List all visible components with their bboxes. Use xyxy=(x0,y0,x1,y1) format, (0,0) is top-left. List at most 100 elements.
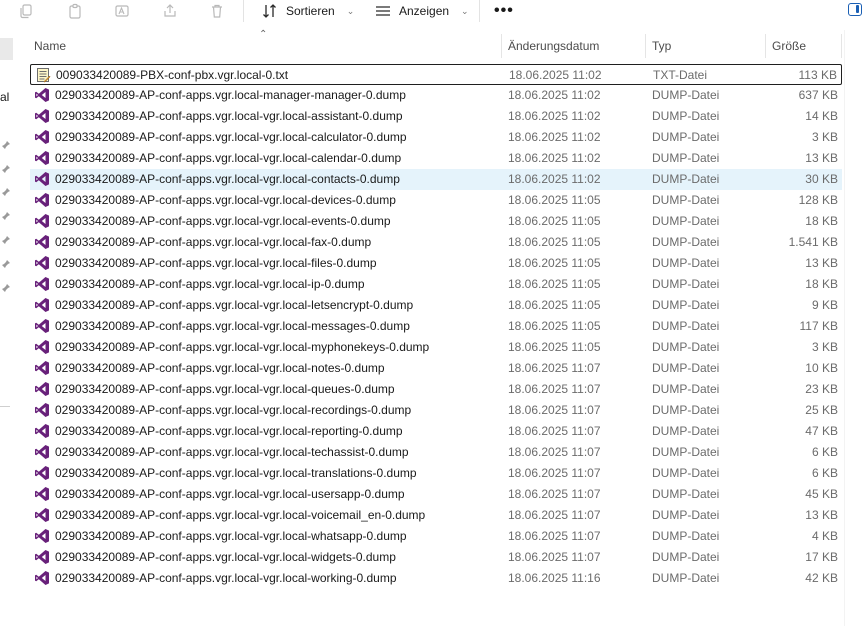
file-date: 18.06.2025 11:07 xyxy=(508,424,601,438)
file-row[interactable]: 029033420089-AP-conf-apps.vgr.local-vgr.… xyxy=(30,400,842,421)
visual-studio-icon xyxy=(34,213,50,229)
visual-studio-icon xyxy=(34,549,50,565)
visual-studio-icon xyxy=(34,423,50,439)
visual-studio-icon xyxy=(34,507,50,523)
file-row[interactable]: 029033420089-AP-conf-apps.vgr.local-vgr.… xyxy=(30,316,842,337)
file-type: TXT-Datei xyxy=(653,68,708,82)
visual-studio-icon xyxy=(34,171,50,187)
column-header-date[interactable]: Änderungsdatum xyxy=(501,34,645,58)
file-name: 029033420089-AP-conf-apps.vgr.local-vgr.… xyxy=(55,256,377,270)
file-name: 029033420089-AP-conf-apps.vgr.local-vgr.… xyxy=(55,130,407,144)
file-row[interactable]: 029033420089-AP-conf-apps.vgr.local-vgr.… xyxy=(30,190,842,211)
visual-studio-icon xyxy=(34,360,50,376)
file-row[interactable]: 029033420089-AP-conf-apps.vgr.local-vgr.… xyxy=(30,169,842,190)
file-row[interactable]: 029033420089-AP-conf-apps.vgr.local-vgr.… xyxy=(30,253,842,274)
file-row[interactable]: 009033420089-PBX-conf-pbx.vgr.local-0.tx… xyxy=(30,64,842,85)
file-row[interactable]: 029033420089-AP-conf-apps.vgr.local-vgr.… xyxy=(30,106,842,127)
file-size: 13 KB xyxy=(805,508,838,522)
file-row[interactable]: 029033420089-AP-conf-apps.vgr.local-vgr.… xyxy=(30,232,842,253)
column-header-size[interactable]: Größe xyxy=(765,34,842,58)
file-date: 18.06.2025 11:05 xyxy=(508,193,601,207)
file-size: 6 KB xyxy=(811,445,838,459)
more-options-button[interactable]: ••• xyxy=(494,2,514,20)
file-row[interactable]: 029033420089-AP-conf-apps.vgr.local-vgr.… xyxy=(30,358,842,379)
file-row[interactable]: 029033420089-AP-conf-apps.vgr.local-mana… xyxy=(30,85,842,106)
visual-studio-icon xyxy=(34,402,50,418)
file-type: DUMP-Datei xyxy=(652,529,720,543)
file-type: DUMP-Datei xyxy=(652,214,720,228)
visual-studio-icon xyxy=(34,570,50,586)
file-size: 17 KB xyxy=(805,550,838,564)
file-row[interactable]: 029033420089-AP-conf-apps.vgr.local-vgr.… xyxy=(30,484,842,505)
copy-icon[interactable] xyxy=(17,2,35,20)
vertical-scroll-track[interactable] xyxy=(844,30,845,626)
visual-studio-icon xyxy=(34,129,50,145)
file-row[interactable]: 029033420089-AP-conf-apps.vgr.local-vgr.… xyxy=(30,526,842,547)
file-row[interactable]: 029033420089-AP-conf-apps.vgr.local-vgr.… xyxy=(30,547,842,568)
file-date: 18.06.2025 11:02 xyxy=(508,109,601,123)
file-size: 13 KB xyxy=(805,256,838,270)
file-date: 18.06.2025 11:05 xyxy=(508,277,601,291)
visual-studio-icon xyxy=(34,234,50,250)
visual-studio-icon xyxy=(34,465,50,481)
file-size: 113 KB xyxy=(798,68,837,82)
nav-selected-item[interactable] xyxy=(0,38,13,60)
visual-studio-icon xyxy=(34,255,50,271)
file-size: 117 KB xyxy=(799,319,838,333)
file-name: 029033420089-AP-conf-apps.vgr.local-vgr.… xyxy=(55,214,391,228)
share-icon[interactable] xyxy=(161,2,179,20)
paste-icon[interactable] xyxy=(66,2,84,20)
file-date: 18.06.2025 11:07 xyxy=(508,550,601,564)
file-type: DUMP-Datei xyxy=(652,235,720,249)
file-name: 029033420089-AP-conf-apps.vgr.local-mana… xyxy=(55,88,406,102)
file-row[interactable]: 029033420089-AP-conf-apps.vgr.local-vgr.… xyxy=(30,127,842,148)
file-row[interactable]: 029033420089-AP-conf-apps.vgr.local-vgr.… xyxy=(30,421,842,442)
file-row[interactable]: 029033420089-AP-conf-apps.vgr.local-vgr.… xyxy=(30,568,842,589)
file-row[interactable]: 029033420089-AP-conf-apps.vgr.local-vgr.… xyxy=(30,379,842,400)
file-row[interactable]: 029033420089-AP-conf-apps.vgr.local-vgr.… xyxy=(30,148,842,169)
file-type: DUMP-Datei xyxy=(652,508,720,522)
file-type: DUMP-Datei xyxy=(652,340,720,354)
view-button[interactable]: Anzeigen ⌄ xyxy=(375,1,469,21)
file-name: 029033420089-AP-conf-apps.vgr.local-vgr.… xyxy=(55,529,407,543)
file-row[interactable]: 029033420089-AP-conf-apps.vgr.local-vgr.… xyxy=(30,442,842,463)
sort-button[interactable]: Sortieren ⌄ xyxy=(262,1,354,21)
file-type: DUMP-Datei xyxy=(652,256,720,270)
file-type: DUMP-Datei xyxy=(652,361,720,375)
file-date: 18.06.2025 11:07 xyxy=(508,445,601,459)
file-size: 6 KB xyxy=(811,466,838,480)
file-name: 029033420089-AP-conf-apps.vgr.local-vgr.… xyxy=(55,319,410,333)
visual-studio-icon xyxy=(34,297,50,313)
pin-icon xyxy=(2,188,10,196)
file-size: 9 KB xyxy=(811,298,838,312)
file-row[interactable]: 029033420089-AP-conf-apps.vgr.local-vgr.… xyxy=(30,337,842,358)
file-type: DUMP-Datei xyxy=(652,550,720,564)
file-size: 637 KB xyxy=(798,88,838,102)
file-type: DUMP-Datei xyxy=(652,466,720,480)
delete-icon[interactable] xyxy=(208,2,226,20)
file-row[interactable]: 029033420089-AP-conf-apps.vgr.local-vgr.… xyxy=(30,505,842,526)
pin-icon xyxy=(2,284,10,292)
file-row[interactable]: 029033420089-AP-conf-apps.vgr.local-vgr.… xyxy=(30,295,842,316)
sort-label: Sortieren xyxy=(286,4,335,18)
visual-studio-icon xyxy=(34,528,50,544)
rename-icon[interactable] xyxy=(113,2,131,20)
file-row[interactable]: 029033420089-AP-conf-apps.vgr.local-vgr.… xyxy=(30,211,842,232)
column-size-label: Größe xyxy=(772,39,807,53)
file-size: 45 KB xyxy=(805,487,838,501)
column-header-name[interactable]: Name xyxy=(27,34,501,58)
file-row[interactable]: 029033420089-AP-conf-apps.vgr.local-vgr.… xyxy=(30,274,842,295)
column-divider[interactable] xyxy=(841,34,842,58)
file-row[interactable]: 029033420089-AP-conf-apps.vgr.local-vgr.… xyxy=(30,463,842,484)
column-header-type[interactable]: Typ xyxy=(645,34,765,58)
file-size: 25 KB xyxy=(805,403,838,417)
nav-item-label[interactable]: al xyxy=(0,90,9,104)
file-type: DUMP-Datei xyxy=(652,172,720,186)
file-name: 029033420089-AP-conf-apps.vgr.local-vgr.… xyxy=(55,445,409,459)
file-name: 029033420089-AP-conf-apps.vgr.local-vgr.… xyxy=(55,382,395,396)
file-type: DUMP-Datei xyxy=(652,193,720,207)
file-name: 029033420089-AP-conf-apps.vgr.local-vgr.… xyxy=(55,550,396,564)
chevron-down-icon: ⌄ xyxy=(461,5,469,16)
details-pane-icon[interactable] xyxy=(848,3,862,16)
file-date: 18.06.2025 11:07 xyxy=(508,529,601,543)
